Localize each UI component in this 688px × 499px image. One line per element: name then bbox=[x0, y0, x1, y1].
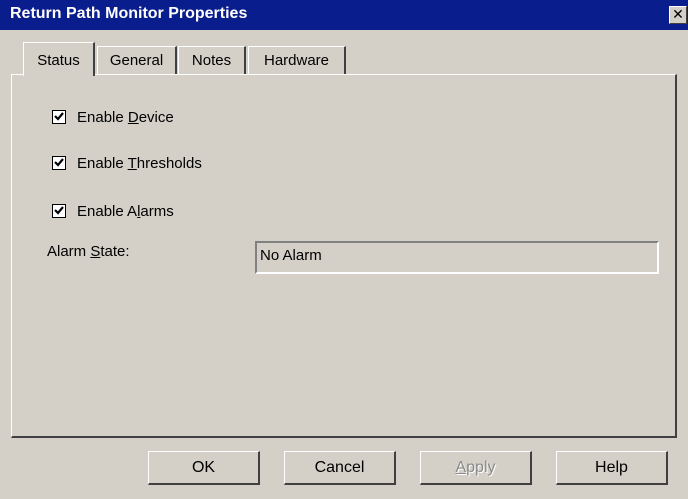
properties-dialog: Return Path Monitor Properties ✕ Status … bbox=[0, 0, 688, 499]
ok-button[interactable]: OK bbox=[148, 451, 260, 485]
tab-general[interactable]: General bbox=[97, 46, 177, 74]
checkmark-icon bbox=[54, 206, 64, 215]
close-button[interactable]: ✕ bbox=[669, 6, 687, 24]
checkbox-box[interactable] bbox=[52, 110, 66, 124]
title-bar[interactable]: Return Path Monitor Properties ✕ bbox=[0, 0, 688, 30]
enable-thresholds-checkbox[interactable]: Enable Thresholds bbox=[52, 155, 242, 173]
tab-status[interactable]: Status bbox=[23, 42, 95, 76]
checkbox-box[interactable] bbox=[52, 204, 66, 218]
enable-thresholds-label: Enable Thresholds bbox=[77, 155, 202, 172]
checkmark-icon bbox=[54, 112, 64, 121]
cancel-button[interactable]: Cancel bbox=[284, 451, 396, 485]
enable-device-checkbox[interactable]: Enable Device bbox=[52, 109, 212, 127]
enable-device-label: Enable Device bbox=[77, 109, 174, 126]
close-icon: ✕ bbox=[672, 6, 684, 22]
checkmark-icon bbox=[54, 158, 64, 167]
help-button[interactable]: Help bbox=[556, 451, 668, 485]
enable-alarms-checkbox[interactable]: Enable Alarms bbox=[52, 203, 212, 221]
alarm-state-value: No Alarm bbox=[260, 247, 322, 264]
enable-alarms-label: Enable Alarms bbox=[77, 203, 174, 220]
window-title: Return Path Monitor Properties bbox=[10, 5, 248, 22]
alarm-state-label: Alarm State: bbox=[47, 243, 130, 260]
alarm-state-field: No Alarm bbox=[255, 241, 659, 274]
checkbox-box[interactable] bbox=[52, 156, 66, 170]
tab-notes[interactable]: Notes bbox=[178, 46, 246, 74]
apply-button[interactable]: Apply bbox=[420, 451, 532, 485]
tab-hardware[interactable]: Hardware bbox=[248, 46, 346, 74]
